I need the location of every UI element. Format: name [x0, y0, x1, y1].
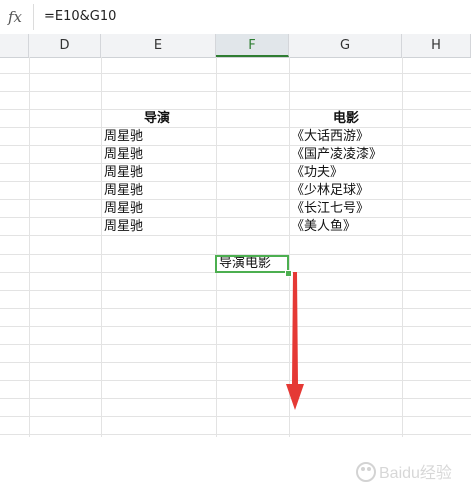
gridline [0, 380, 471, 381]
gridline [0, 434, 471, 435]
director-header-cell[interactable]: 导演 [144, 110, 170, 128]
movie-cell[interactable]: 《少林足球》 [291, 182, 369, 200]
gridline [0, 308, 471, 309]
gridline [0, 235, 471, 236]
column-header-e[interactable]: E [101, 34, 216, 57]
gridline [0, 181, 471, 182]
director-cell[interactable]: 周星驰 [104, 182, 143, 200]
gridline [0, 398, 471, 399]
gridline [0, 145, 471, 146]
movie-cell[interactable]: 《美人鱼》 [291, 218, 356, 236]
gridline [0, 127, 471, 128]
director-cell[interactable]: 周星驰 [104, 128, 143, 146]
gridline [0, 163, 471, 164]
director-cell[interactable]: 周星驰 [104, 218, 143, 236]
gridline [0, 91, 471, 92]
movie-cell[interactable]: 《长江七号》 [291, 200, 369, 218]
director-cell[interactable]: 周星驰 [104, 164, 143, 182]
formula-input[interactable]: =E10&G10 [44, 8, 116, 26]
gridline [0, 326, 471, 327]
active-cell-selection[interactable] [215, 255, 289, 273]
column-header-g[interactable]: G [289, 34, 402, 57]
column-header-row: D E F G H [0, 34, 471, 58]
column-header-d[interactable]: D [29, 34, 101, 57]
gridline [0, 73, 471, 74]
movie-cell[interactable]: 《功夫》 [291, 164, 343, 182]
gridline [0, 290, 471, 291]
function-icon[interactable]: fx [8, 7, 28, 27]
watermark-text: Baidu经验 [379, 464, 452, 482]
baidu-watermark-logo: Baidu经验 [356, 462, 452, 482]
gridline [0, 362, 471, 363]
gridline [0, 416, 471, 417]
column-header-h[interactable]: H [402, 34, 471, 57]
drag-down-arrow-icon [286, 272, 304, 410]
spreadsheet-grid[interactable]: 导演 电影 周星驰 《大话西游》 周星驰 《国产凌凌漆》 周星驰 《功夫》 周星… [0, 57, 471, 482]
formula-bar: fx =E10&G10 [0, 0, 471, 35]
formula-separator [33, 4, 34, 30]
director-cell[interactable]: 周星驰 [104, 200, 143, 218]
movie-cell[interactable]: 《大话西游》 [291, 128, 369, 146]
gridline [0, 199, 471, 200]
gridline [0, 109, 471, 110]
movie-header-cell[interactable]: 电影 [333, 110, 359, 128]
director-cell[interactable]: 周星驰 [104, 146, 143, 164]
column-header-f[interactable]: F [216, 34, 289, 57]
gridline [0, 217, 471, 218]
gridline [0, 344, 471, 345]
column-header-corner[interactable] [0, 34, 29, 57]
movie-cell[interactable]: 《国产凌凌漆》 [291, 146, 382, 164]
